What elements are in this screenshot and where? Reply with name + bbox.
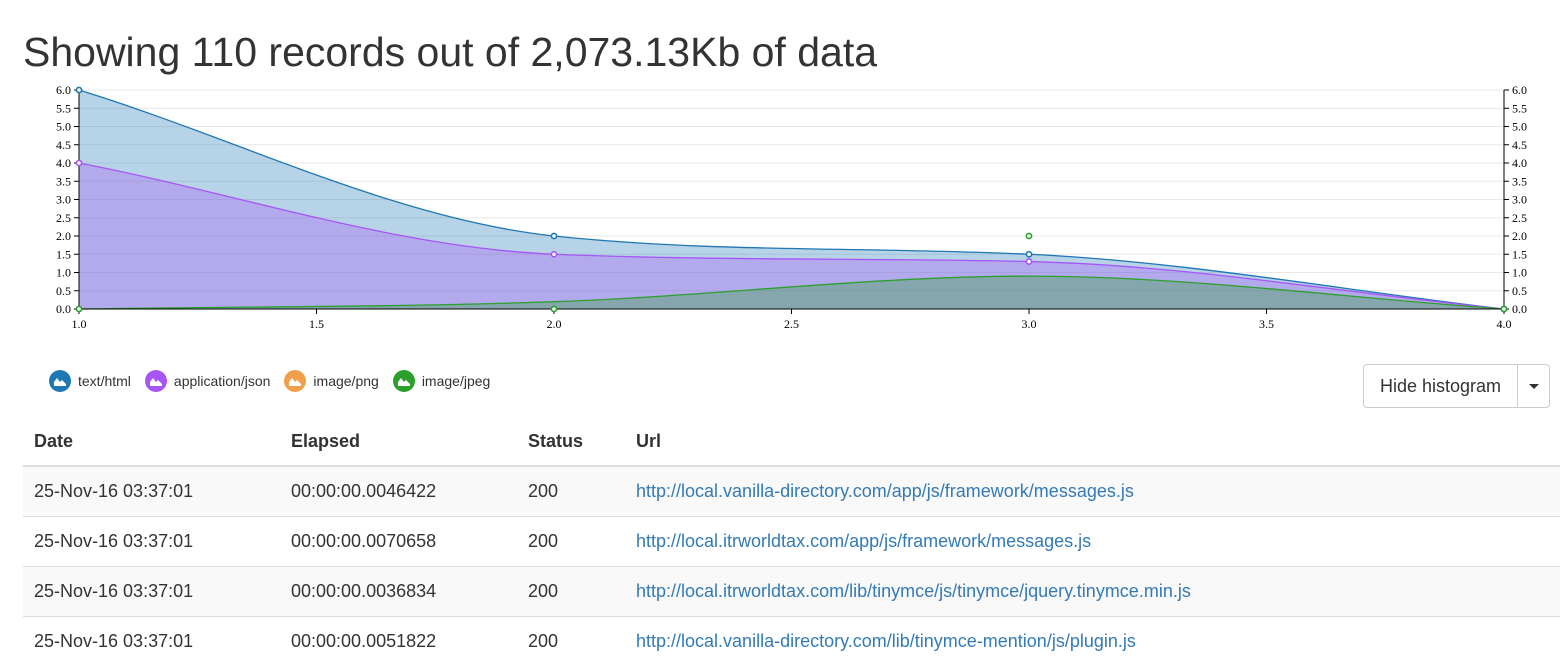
cell-date: 25-Nov-16 03:37:01 [23,615,280,666]
data-point [1025,258,1033,265]
y-tick-label: 3.5 [56,174,71,188]
y-tick-label: 6.0 [56,84,71,97]
cell-url: http://local.vanilla-directory.com/app/j… [625,465,1560,516]
y-tick-label: 4.0 [1512,156,1527,170]
legend-label: application/json [173,373,271,389]
cell-date: 25-Nov-16 03:37:01 [23,565,280,616]
caret-down-icon [1528,383,1539,389]
table-header-row: Date Elapsed Status Url [23,418,1560,467]
url-link[interactable]: http://local.vanilla-directory.com/lib/t… [636,631,1136,651]
cell-url: http://local.itrworldtax.com/app/js/fram… [625,515,1560,566]
y-tick-label: 2.0 [1512,229,1527,243]
y-tick-label: 4.0 [56,156,71,170]
data-point [550,250,558,258]
histogram-dropdown-toggle[interactable] [1517,365,1550,407]
table-row: 25-Nov-16 03:37:01 00:00:00.0070658 200 … [23,515,1560,566]
cell-elapsed: 00:00:00.0051822 [280,615,517,666]
cell-status: 200 [517,465,625,516]
column-header-status[interactable]: Status [517,418,625,467]
y-tick-label: 2.0 [56,229,71,243]
y-tick-label: 3.5 [1512,174,1527,188]
y-tick-label: 1.5 [1512,247,1527,261]
area-chart: 0.0 0.0 0.5 0.5 1.0 1.0 1.5 1.5 2.0 2.0 2.5 2.5 3.0 3… [56,84,1527,331]
column-header-url[interactable]: Url [625,418,1560,467]
cell-status: 200 [517,615,625,666]
url-link[interactable]: http://local.itrworldtax.com/lib/tinymce… [636,581,1191,601]
cell-date: 25-Nov-16 03:37:01 [23,465,280,516]
data-point [1500,305,1508,313]
y-tick-label: 4.5 [1512,138,1527,152]
cell-elapsed: 00:00:00.0070658 [280,515,517,566]
x-tick-label: 2.5 [784,317,799,331]
data-point [75,159,83,167]
x-tick-label: 4.0 [1497,317,1512,331]
y-tick-label: 6.0 [1512,84,1527,97]
url-link[interactable]: http://local.itrworldtax.com/app/js/fram… [636,531,1091,551]
legend-item-image-png[interactable]: image/png [284,370,379,392]
area-chart-icon [392,370,415,392]
y-tick-label: 1.5 [56,247,71,261]
legend-label: image/png [313,373,379,389]
y-tick-label: 2.5 [1512,211,1527,225]
area-chart-icon [284,370,307,392]
x-tick-label: 3.0 [1022,317,1037,331]
legend-item-application-json[interactable]: application/json [144,370,271,392]
column-header-date[interactable]: Date [23,418,280,467]
x-tick-label: 1.0 [72,317,87,331]
cell-url: http://local.vanilla-directory.com/lib/t… [625,615,1560,666]
x-tick-label: 3.5 [1259,317,1274,331]
legend-item-image-jpeg[interactable]: image/jpeg [392,370,491,392]
data-point [75,305,83,313]
y-tick-label: 5.5 [1512,101,1527,115]
x-tick-label: 2.0 [547,317,562,331]
y-tick-label: 5.5 [56,101,71,115]
data-point [550,305,558,313]
y-tick-label: 0.0 [1512,302,1527,316]
y-tick-label: 0.5 [1512,284,1527,298]
cell-elapsed: 00:00:00.0036834 [280,565,517,616]
x-tick-label: 1.5 [309,317,324,331]
y-tick-label: 0.0 [56,302,71,316]
cell-date: 25-Nov-16 03:37:01 [23,515,280,566]
legend-item-text-html[interactable]: text/html [49,370,131,392]
area-chart-icon [144,370,167,392]
y-tick-label: 1.0 [1512,266,1527,280]
page-title: Showing 110 records out of 2,073.13Kb of… [23,29,878,75]
table-row: 25-Nov-16 03:37:01 00:00:00.0046422 200 … [23,465,1560,516]
y-tick-label: 2.5 [56,211,71,225]
url-link[interactable]: http://local.vanilla-directory.com/app/j… [636,481,1134,501]
y-tick-label: 1.0 [56,266,71,280]
data-point [75,86,83,94]
column-header-elapsed[interactable]: Elapsed [280,418,517,467]
data-point [1025,232,1033,240]
cell-url: http://local.itrworldtax.com/lib/tinymce… [625,565,1560,616]
table-row: 25-Nov-16 03:37:01 00:00:00.0036834 200 … [23,565,1560,616]
y-tick-label: 0.5 [56,284,71,298]
records-table: Date Elapsed Status Url 25-Nov-16 03:37:… [23,418,1560,666]
data-point [1025,250,1033,258]
legend-label: text/html [78,373,131,389]
histogram-button-group: Hide histogram [1363,364,1551,408]
y-tick-label: 3.0 [56,193,71,207]
legend-label: image/jpeg [421,373,491,389]
cell-status: 200 [517,565,625,616]
y-tick-label: 5.0 [1512,120,1527,134]
area-chart-icon [49,370,71,392]
data-point [550,232,558,240]
table-row: 25-Nov-16 03:37:01 00:00:00.0051822 200 … [23,615,1560,666]
cell-elapsed: 00:00:00.0046422 [280,465,517,516]
cell-status: 200 [517,515,625,566]
y-tick-label: 5.0 [56,120,71,134]
hide-histogram-button[interactable]: Hide histogram [1364,365,1518,407]
y-tick-label: 4.5 [56,138,71,152]
chart-legend: text/html application/json image/png ima… [49,369,504,393]
y-tick-label: 3.0 [1512,193,1527,207]
